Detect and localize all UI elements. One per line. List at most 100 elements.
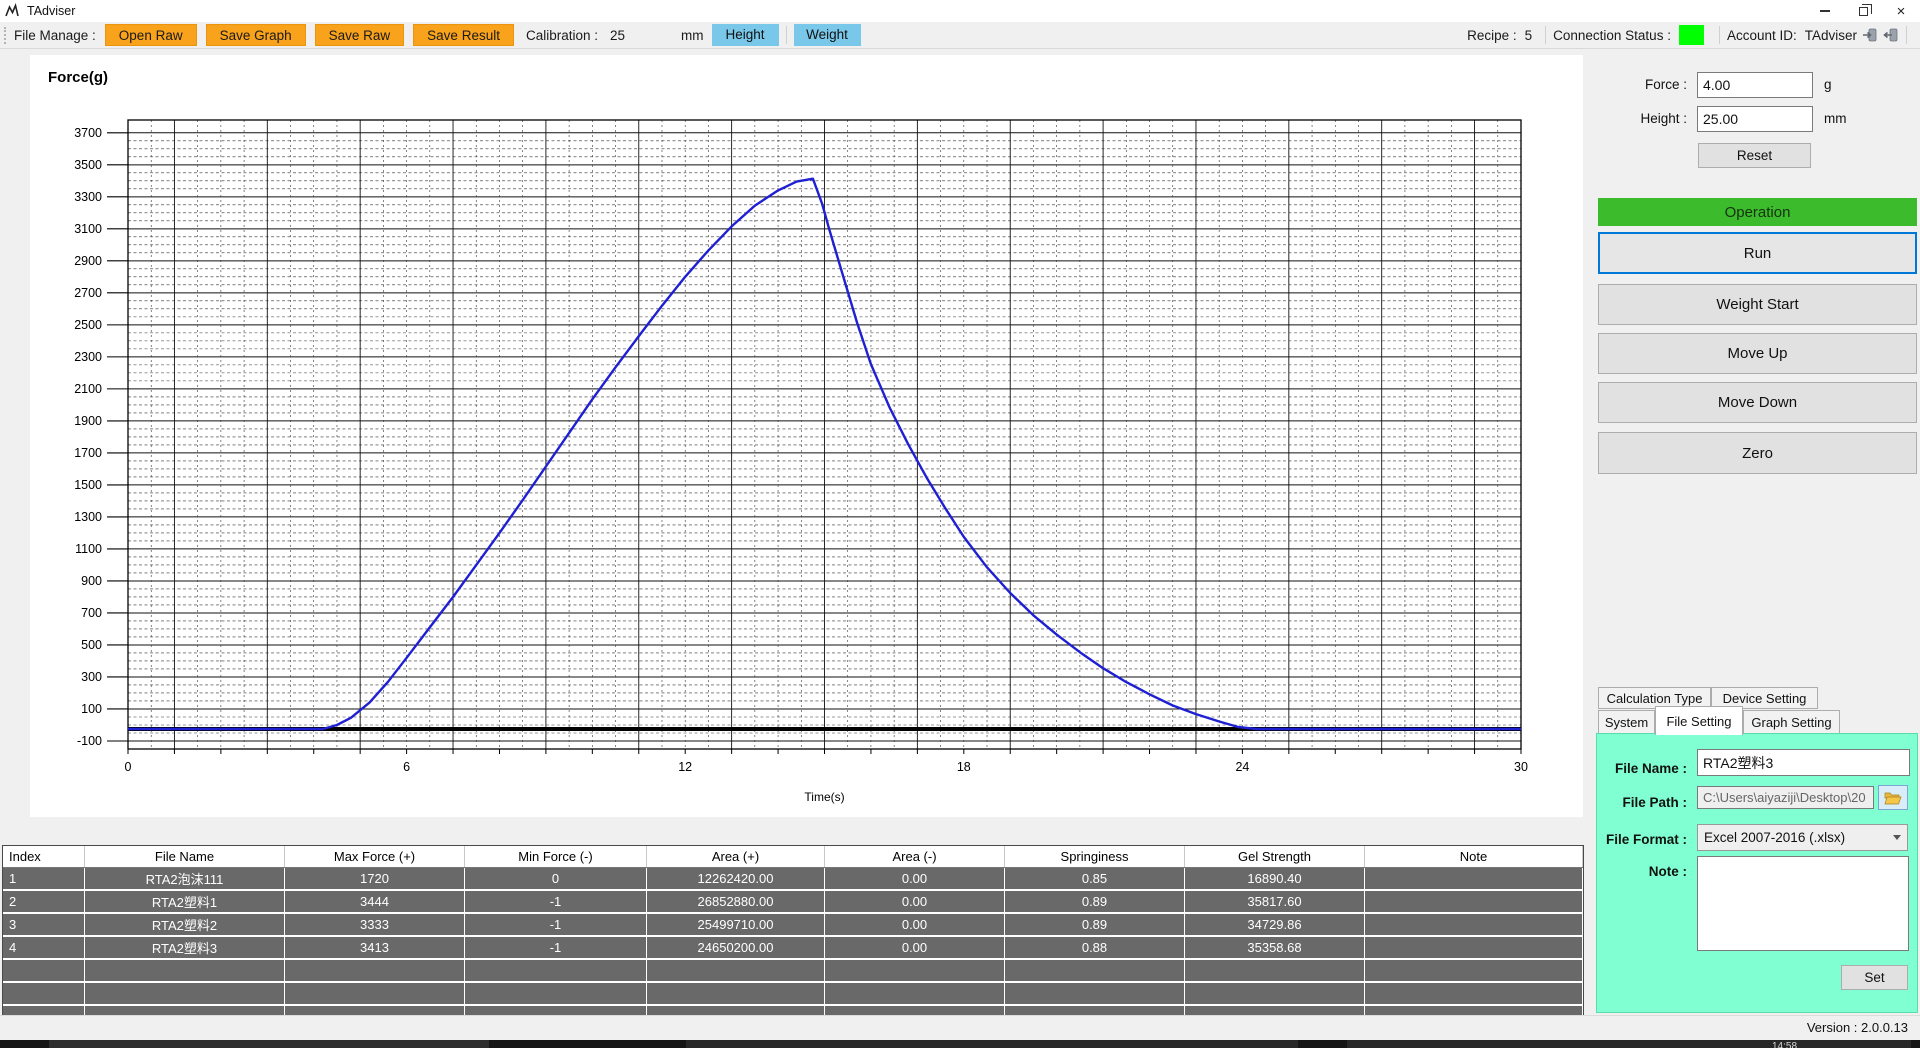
open-raw-button[interactable]: Open Raw — [105, 24, 197, 46]
save-graph-button[interactable]: Save Graph — [206, 24, 306, 46]
table-cell — [85, 960, 285, 981]
height-unit: mm — [1824, 111, 1847, 126]
svg-text:1700: 1700 — [74, 446, 102, 460]
restore-button[interactable] — [1844, 0, 1882, 22]
file-path-input[interactable] — [1697, 786, 1874, 809]
weight-mode-button[interactable]: Weight — [794, 24, 861, 46]
table-row[interactable] — [3, 983, 1583, 1004]
version-text: Version : 2.0.0.13 — [1807, 1020, 1908, 1035]
column-header-file-name[interactable]: File Name — [85, 846, 285, 867]
column-header-area[interactable]: Area (-) — [825, 846, 1005, 867]
force-input[interactable] — [1697, 72, 1813, 98]
note-label: Note : — [1569, 864, 1687, 879]
login-icon[interactable] — [1862, 27, 1878, 43]
table-cell: 35817.60 — [1185, 891, 1365, 912]
table-cell: RTA2塑料2 — [85, 914, 285, 935]
table-cell — [1185, 960, 1365, 981]
column-header-min-force[interactable]: Min Force (-) — [465, 846, 647, 867]
save-raw-button[interactable]: Save Raw — [315, 24, 405, 46]
table-cell: 1 — [3, 868, 85, 889]
column-header-index[interactable]: Index — [3, 846, 85, 867]
run-button[interactable]: Run — [1598, 232, 1917, 274]
table-row[interactable]: 1RTA2泡沫1111720012262420.000.000.8516890.… — [3, 868, 1583, 889]
table-cell: 1720 — [285, 868, 465, 889]
table-cell: 4 — [3, 937, 85, 958]
svg-text:2500: 2500 — [74, 318, 102, 332]
column-header-note[interactable]: Note — [1365, 846, 1583, 867]
table-row[interactable]: 3RTA2塑料23333-125499710.000.000.8934729.8… — [3, 914, 1583, 935]
svg-text:1100: 1100 — [75, 542, 102, 556]
table-cell — [1365, 868, 1583, 889]
taskbar-segment — [686, 1040, 1298, 1048]
reset-button[interactable]: Reset — [1698, 143, 1811, 168]
svg-text:3300: 3300 — [74, 190, 102, 204]
table-cell: -1 — [465, 914, 647, 935]
file-path-label: File Path : — [1569, 795, 1687, 810]
file-format-value: Excel 2007-2016 (.xlsx) — [1704, 830, 1845, 845]
table-cell: 0.88 — [1005, 937, 1185, 958]
table-row[interactable]: 4RTA2塑料33413-124650200.000.000.8835358.6… — [3, 937, 1583, 958]
column-header-gel-strength[interactable]: Gel Strength — [1185, 846, 1365, 867]
move-up-button[interactable]: Move Up — [1598, 333, 1917, 374]
calibration-value: 25 — [610, 28, 625, 43]
svg-text:3500: 3500 — [74, 158, 102, 172]
table-cell: 2 — [3, 891, 85, 912]
height-input[interactable] — [1697, 106, 1813, 132]
column-header-springiness[interactable]: Springiness — [1005, 846, 1185, 867]
tadviser-window: TAdviser × File Manage : Open Raw Save G… — [0, 0, 1920, 1048]
set-button[interactable]: Set — [1841, 965, 1908, 990]
divider — [1545, 26, 1546, 44]
svg-text:3100: 3100 — [74, 222, 102, 236]
table-cell: 12262420.00 — [647, 868, 825, 889]
svg-text:30: 30 — [1514, 760, 1528, 774]
zero-button[interactable]: Zero — [1598, 432, 1917, 474]
table-cell: 34729.86 — [1185, 914, 1365, 935]
divider — [1906, 26, 1907, 44]
table-cell: 24650200.00 — [647, 937, 825, 958]
table-row[interactable]: 2RTA2塑料13444-126852880.000.000.8935817.6… — [3, 891, 1583, 912]
account-id-label: Account ID: — [1727, 28, 1797, 43]
weight-start-button[interactable]: Weight Start — [1598, 284, 1917, 325]
svg-text:500: 500 — [81, 638, 102, 652]
table-cell: 0.00 — [825, 914, 1005, 935]
column-header-max-force[interactable]: Max Force (+) — [285, 846, 465, 867]
svg-text:2100: 2100 — [74, 382, 102, 396]
svg-text:1900: 1900 — [74, 414, 102, 428]
height-mode-button[interactable]: Height — [712, 24, 779, 46]
svg-text:2300: 2300 — [74, 350, 102, 364]
table-cell: 0.89 — [1005, 914, 1185, 935]
tab-file-setting[interactable]: File Setting — [1655, 706, 1743, 735]
close-button[interactable]: × — [1882, 0, 1920, 22]
restore-icon — [1859, 7, 1868, 16]
file-format-label: File Format : — [1569, 832, 1687, 847]
move-down-button[interactable]: Move Down — [1598, 382, 1917, 423]
recipe-label: Recipe : — [1467, 28, 1517, 43]
minimize-button[interactable] — [1806, 0, 1844, 22]
column-header-area[interactable]: Area (+) — [647, 846, 825, 867]
tab-system[interactable]: System — [1598, 710, 1655, 734]
table-header-row: IndexFile NameMax Force (+)Min Force (-)… — [3, 846, 1583, 868]
close-icon: × — [1897, 4, 1906, 19]
chart-y-axis-title: Force(g) — [48, 69, 108, 86]
svg-text:Time(s): Time(s) — [804, 790, 844, 804]
browse-folder-button[interactable] — [1878, 785, 1908, 810]
force-label: Force : — [1569, 77, 1687, 92]
table-cell: 3413 — [285, 937, 465, 958]
svg-text:12: 12 — [678, 760, 692, 774]
table-cell: -1 — [465, 937, 647, 958]
tab-graph-setting[interactable]: Graph Setting — [1743, 710, 1840, 734]
logout-icon[interactable] — [1883, 27, 1899, 43]
table-cell — [285, 960, 465, 981]
file-name-input[interactable] — [1697, 749, 1910, 776]
taskbar-clock: 14:58 — [1772, 1041, 1797, 1048]
save-result-button[interactable]: Save Result — [413, 24, 514, 46]
file-format-select[interactable]: Excel 2007-2016 (.xlsx) — [1697, 824, 1908, 851]
svg-text:1500: 1500 — [74, 478, 102, 492]
table-row[interactable] — [3, 960, 1583, 981]
table-cell: 3333 — [285, 914, 465, 935]
table-body: 1RTA2泡沫1111720012262420.000.000.8516890.… — [3, 868, 1583, 1016]
app-logo-waveform-icon — [5, 3, 21, 19]
note-textarea[interactable] — [1697, 856, 1909, 951]
table-cell — [825, 983, 1005, 1004]
open-folder-icon — [1884, 791, 1902, 805]
